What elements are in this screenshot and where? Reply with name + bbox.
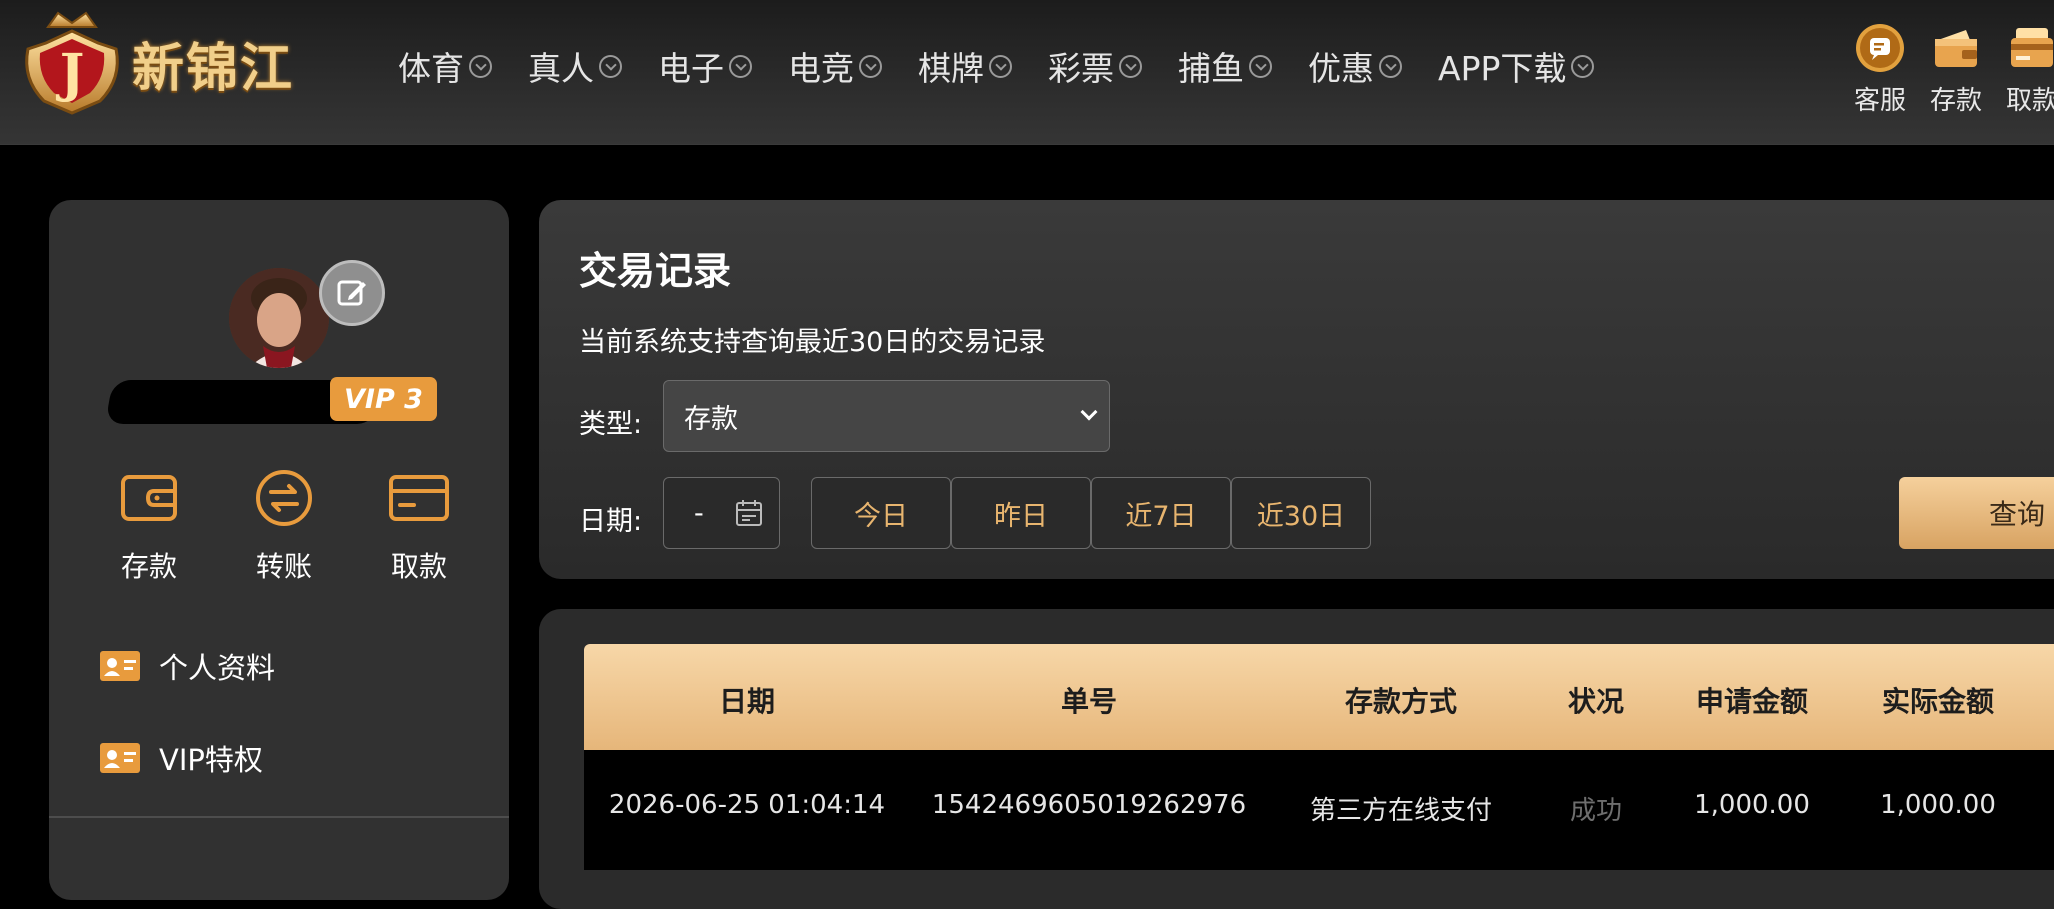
table-row[interactable]: 2026-06-25 01:04:14 154246960501926297​6… <box>584 750 2054 870</box>
customer-service-icon <box>1856 24 1904 72</box>
svg-text:J: J <box>56 43 85 104</box>
cell-actual-amount: 1,000.00 <box>1880 790 1996 820</box>
type-label: 类型: <box>579 409 643 440</box>
brand-emblem-icon: J <box>25 11 119 115</box>
top-action-customer-service[interactable]: 客服 <box>1842 22 1918 117</box>
nav-item-fishing[interactable]: 捕鱼 <box>1178 42 1272 90</box>
chevron-down-icon <box>859 54 882 78</box>
nav-item-esports[interactable]: 电竞 <box>788 42 882 90</box>
nav-item-app-download[interactable]: APP下载 <box>1438 42 1595 90</box>
wallet-icon <box>121 475 177 521</box>
top-action-deposit[interactable]: 存款 <box>1918 22 1994 117</box>
nav-item-sports[interactable]: 体育 <box>398 42 492 90</box>
date-button-30days[interactable]: 近30日 <box>1231 477 1371 549</box>
wallet-quick-actions: 存款 转账 取款 <box>89 465 479 585</box>
side-menu: 个人资料 VIP特权 <box>99 620 275 804</box>
column-header-deposit-method: 存款方式 <box>1344 685 1458 718</box>
edit-icon <box>337 280 366 306</box>
column-header-actual-amount: 实际金额 <box>1881 685 1995 718</box>
chevron-down-icon <box>599 54 622 78</box>
column-header-order-number: 单号 <box>1060 685 1118 718</box>
nav-item-slots[interactable]: 电子 <box>658 42 752 90</box>
date-range-input[interactable]: - <box>663 477 780 549</box>
main-nav: 体育 真人 电子 电竞 棋牌 彩票 捕鱼 优惠 APP下载 <box>398 42 1630 90</box>
chevron-down-icon <box>1571 54 1595 78</box>
nav-item-live[interactable]: 真人 <box>528 42 622 90</box>
cell-deposit-method: 第三方在线支付 <box>1309 796 1493 826</box>
cell-order-number: 154246960501926297​6 <box>931 790 1247 820</box>
transfer-icon <box>256 470 312 526</box>
type-select[interactable]: 存款 <box>663 380 1110 452</box>
cell-status: 成功 <box>1569 796 1623 826</box>
date-button-today[interactable]: 今日 <box>811 477 951 549</box>
query-button[interactable]: 查询 <box>1899 477 2054 549</box>
card-icon <box>389 475 449 521</box>
column-header-status: 状况 <box>1567 685 1625 718</box>
nav-item-cards[interactable]: 棋牌 <box>918 42 1012 90</box>
avatar[interactable] <box>229 268 329 368</box>
cell-requested-amount: 1,000.00 <box>1694 790 1810 820</box>
top-bar: J 新锦江 体育 真人 电子 电竞 棋牌 彩票 捕鱼 优惠 APP下载 客服 存… <box>0 0 2054 145</box>
top-actions: 客服 存款 取款 <box>1842 22 2054 117</box>
wallet-icon <box>1935 30 1977 67</box>
brand-name: 新锦江 <box>132 38 295 99</box>
date-button-yesterday[interactable]: 昨日 <box>951 477 1091 549</box>
column-header-date: 日期 <box>718 685 776 718</box>
id-card-icon <box>100 651 140 681</box>
vip-badge: VIP 3 <box>330 377 437 421</box>
chevron-down-icon <box>1080 403 1098 421</box>
side-menu-item-profile[interactable]: 个人资料 <box>99 620 275 712</box>
page-title: 交易记录 <box>579 249 732 293</box>
chevron-down-icon <box>1249 54 1272 78</box>
nav-item-lottery[interactable]: 彩票 <box>1048 42 1142 90</box>
records-panel: 日期 单号 存款方式 状况 申请金额 实际金额 2026-06-25 01:04… <box>539 609 2054 909</box>
quick-action-deposit[interactable]: 存款 <box>89 465 209 585</box>
chevron-down-icon <box>1379 54 1402 78</box>
nav-item-promotions[interactable]: 优惠 <box>1308 42 1402 90</box>
chevron-down-icon <box>1119 54 1142 78</box>
date-label: 日期: <box>579 506 643 537</box>
sidebar-divider <box>49 816 509 818</box>
chevron-down-icon <box>469 54 492 78</box>
id-card-icon <box>100 743 140 773</box>
page-subtitle: 当前系统支持查询最近30日的交易记录 <box>579 327 1046 358</box>
transaction-filter-panel: 交易记录 当前系统支持查询最近30日的交易记录 类型: 存款 日期: - 今日 … <box>539 200 2054 579</box>
edit-profile-button[interactable] <box>319 260 385 326</box>
calendar-icon <box>736 500 762 526</box>
column-header-requested-amount: 申请金额 <box>1695 685 1809 718</box>
quick-action-transfer[interactable]: 转账 <box>224 465 344 585</box>
chevron-down-icon <box>989 54 1012 78</box>
quick-action-withdraw[interactable]: 取款 <box>359 465 479 585</box>
table-header: 日期 单号 存款方式 状况 申请金额 实际金额 <box>584 644 2054 750</box>
user-sidebar: VIP 3 存款 转账 取款 个人资料 VIP特权 <box>49 200 509 900</box>
cell-date: 2026-06-25 01:04:14 <box>608 790 886 820</box>
withdraw-icon <box>2011 28 2053 67</box>
date-button-7days[interactable]: 近7日 <box>1091 477 1231 549</box>
brand-logo[interactable]: J 新锦江 <box>18 8 348 118</box>
side-menu-item-vip[interactable]: VIP特权 <box>99 712 275 804</box>
avatar-image <box>229 268 329 368</box>
chevron-down-icon <box>729 54 752 78</box>
top-action-withdraw[interactable]: 取款 <box>1994 22 2054 117</box>
